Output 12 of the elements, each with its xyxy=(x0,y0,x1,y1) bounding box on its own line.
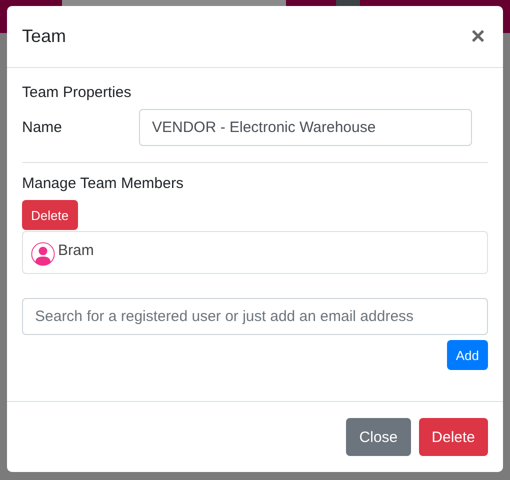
add-button[interactable]: Add xyxy=(446,340,488,370)
modal-title: Team xyxy=(22,26,66,47)
member-name[interactable]: Bram xyxy=(58,242,94,258)
delete-button[interactable]: Delete xyxy=(22,200,78,230)
user-search-field[interactable]: Search for a registered user or just add an email address xyxy=(22,298,488,335)
delete-button[interactable]: Delete xyxy=(418,418,488,456)
section-heading: Team Properties xyxy=(22,84,132,101)
user-avatar-icon xyxy=(31,242,55,266)
name-field[interactable]: VENDOR - Electronic Warehouse xyxy=(139,109,472,146)
name-label: Name xyxy=(22,119,64,136)
close-button[interactable]: Close xyxy=(346,418,411,456)
section-heading: Manage Team Members xyxy=(22,175,184,192)
